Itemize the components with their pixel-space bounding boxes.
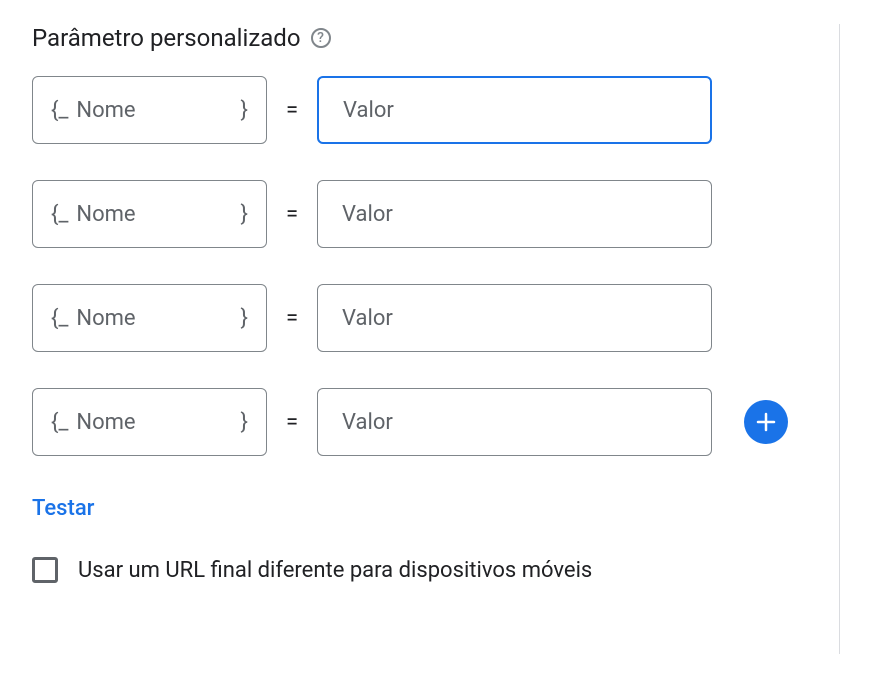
test-link[interactable]: Testar (32, 496, 94, 521)
brace-close: } (241, 98, 248, 123)
brace-close: } (241, 306, 248, 331)
name-input-wrapper[interactable]: {_ } (32, 180, 267, 248)
brace-open: {_ (51, 306, 68, 331)
param-name-input[interactable] (76, 410, 232, 435)
brace-close: } (241, 410, 248, 435)
mobile-url-checkbox[interactable] (32, 557, 58, 583)
brace-open: {_ (51, 410, 68, 435)
section-title: Parâmetro personalizado (32, 24, 301, 52)
param-name-input[interactable] (76, 202, 232, 227)
name-input-wrapper[interactable]: {_ } (32, 388, 267, 456)
add-param-button[interactable] (744, 400, 788, 444)
mobile-url-checkbox-row: Usar um URL final diferente para disposi… (32, 557, 799, 583)
param-value-input[interactable] (317, 284, 712, 352)
name-input-wrapper[interactable]: {_ } (32, 76, 267, 144)
param-name-input[interactable] (76, 98, 232, 123)
brace-open: {_ (51, 98, 68, 123)
equals-sign: = (283, 410, 301, 435)
brace-close: } (241, 202, 248, 227)
param-name-input[interactable] (76, 306, 232, 331)
mobile-url-checkbox-label[interactable]: Usar um URL final diferente para disposi… (78, 558, 592, 583)
param-row: {_ } = (32, 388, 799, 456)
param-value-input[interactable] (317, 388, 712, 456)
plus-icon (754, 410, 778, 434)
param-row: {_ } = (32, 76, 799, 144)
equals-sign: = (283, 306, 301, 331)
equals-sign: = (283, 202, 301, 227)
param-row: {_ } = (32, 180, 799, 248)
param-value-input[interactable] (317, 180, 712, 248)
equals-sign: = (283, 98, 301, 123)
brace-open: {_ (51, 202, 68, 227)
param-row: {_ } = (32, 284, 799, 352)
param-rows: {_ } = {_ } = {_ } = (32, 76, 799, 456)
param-value-input[interactable] (317, 76, 712, 144)
help-icon[interactable]: ? (311, 28, 331, 48)
name-input-wrapper[interactable]: {_ } (32, 284, 267, 352)
section-header: Parâmetro personalizado ? (32, 24, 799, 52)
